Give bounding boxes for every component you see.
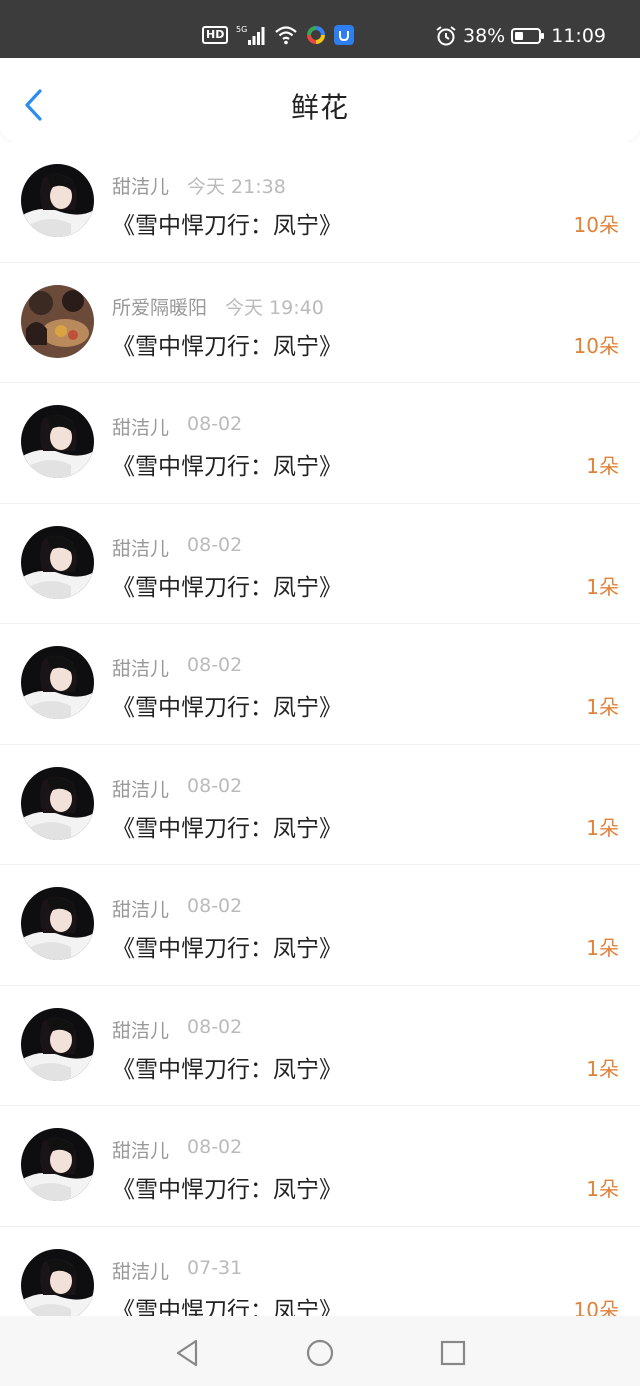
timestamp: 08-02 xyxy=(187,1136,243,1158)
avatar[interactable] xyxy=(21,646,94,719)
avatar[interactable] xyxy=(21,164,94,237)
item-meta: 甜洁儿 08-02 xyxy=(112,413,242,440)
user-name: 甜洁儿 xyxy=(112,537,170,560)
battery-percent: 38% xyxy=(463,25,506,47)
flower-count: 1朵 xyxy=(586,454,619,478)
user-name: 甜洁儿 xyxy=(112,1019,170,1042)
user-name: 甜洁儿 xyxy=(112,899,170,921)
flower-count: 10朵 xyxy=(573,213,619,237)
list-item[interactable]: 甜洁儿 08-02 《雪中悍刀行：凤宁》 1朵 xyxy=(0,744,640,865)
recents-square-icon[interactable] xyxy=(438,1338,468,1368)
flower-count: 1朵 xyxy=(586,815,619,840)
flower-count: 1朵 xyxy=(586,574,619,599)
status-time: 11:09 xyxy=(551,25,606,47)
timestamp: 07-31 xyxy=(187,1256,243,1279)
status-icons-right: 38% 11:09 xyxy=(435,22,606,50)
page-header: 鲜花 xyxy=(0,58,640,142)
avatar[interactable] xyxy=(21,1248,94,1322)
timestamp: 08-02 xyxy=(187,533,243,556)
user-name: 甜洁儿 xyxy=(112,417,170,439)
home-circle-icon[interactable] xyxy=(305,1338,335,1368)
timestamp: 08-02 xyxy=(187,1015,243,1038)
avatar[interactable] xyxy=(21,405,94,478)
battery-icon xyxy=(511,28,545,44)
timestamp: 08-02 xyxy=(187,654,243,676)
list-item[interactable]: 甜洁儿 08-02 《雪中悍刀行：凤宁》 1朵 xyxy=(0,383,640,504)
timestamp: 今天 21:38 xyxy=(187,176,286,198)
timestamp: 08-02 xyxy=(187,413,243,435)
user-name: 甜洁儿 xyxy=(112,1260,170,1283)
flower-count: 1朵 xyxy=(586,695,619,719)
book-title: 《雪中悍刀行：凤宁》 xyxy=(112,454,342,480)
list-item[interactable]: 甜洁儿 08-02 《雪中悍刀行：凤宁》 1朵 xyxy=(0,865,640,986)
book-title: 《雪中悍刀行：凤宁》 xyxy=(112,333,342,360)
page-title: 鲜花 xyxy=(290,91,349,124)
battery-level-fill xyxy=(515,32,524,40)
book-title: 《雪中悍刀行：凤宁》 xyxy=(112,574,342,601)
item-meta: 所爱隔暖阳 今天 19:40 xyxy=(112,293,324,320)
status-bar: HD 5G 38% 11:09 xyxy=(0,0,640,58)
book-title: 《雪中悍刀行：凤宁》 xyxy=(112,695,342,721)
user-name: 甜洁儿 xyxy=(112,176,170,198)
book-title: 《雪中悍刀行：凤宁》 xyxy=(112,1056,342,1083)
item-meta: 甜洁儿 07-31 xyxy=(112,1257,242,1284)
item-meta: 甜洁儿 08-02 xyxy=(112,895,242,922)
timestamp: 08-02 xyxy=(187,895,243,917)
flower-count: 10朵 xyxy=(573,333,619,358)
item-meta: 甜洁儿 08-02 xyxy=(112,1016,242,1043)
avatar[interactable] xyxy=(21,525,94,599)
wifi-icon xyxy=(275,26,298,45)
item-meta: 甜洁儿 08-02 xyxy=(112,534,242,561)
svg-text:5G: 5G xyxy=(236,25,247,34)
user-name: 甜洁儿 xyxy=(112,658,170,680)
app-ring-icon xyxy=(307,26,326,44)
signal-icon: 5G xyxy=(236,25,265,45)
back-triangle-icon[interactable] xyxy=(172,1338,202,1368)
list-item[interactable]: 所爱隔暖阳 今天 19:40 《雪中悍刀行：凤宁》 10朵 xyxy=(0,262,640,383)
user-name: 所爱隔暖阳 xyxy=(112,296,208,319)
app-shield-icon xyxy=(334,25,355,45)
hd-badge-icon: HD xyxy=(202,26,229,44)
item-meta: 甜洁儿 08-02 xyxy=(112,654,242,681)
item-meta: 甜洁儿 今天 21:38 xyxy=(112,172,286,199)
book-title: 《雪中悍刀行：凤宁》 xyxy=(112,936,342,962)
list-item[interactable]: 甜洁儿 08-02 《雪中悍刀行：凤宁》 1朵 xyxy=(0,503,640,624)
book-title: 《雪中悍刀行：凤宁》 xyxy=(112,815,342,842)
flower-count: 1朵 xyxy=(586,1177,619,1201)
alarm-icon xyxy=(436,26,456,46)
flower-count: 1朵 xyxy=(586,936,619,960)
avatar[interactable] xyxy=(21,1007,94,1081)
book-title: 《雪中悍刀行：凤宁》 xyxy=(112,213,342,239)
user-name: 甜洁儿 xyxy=(112,1140,170,1162)
list-item[interactable]: 甜洁儿 08-02 《雪中悍刀行：凤宁》 1朵 xyxy=(0,1106,640,1227)
flower-list: 甜洁儿 今天 21:38 《雪中悍刀行：凤宁》 10朵 所爱隔暖阳 今天 19:40 《雪中… xyxy=(0,142,640,1347)
avatar[interactable] xyxy=(21,284,94,358)
timestamp: 今天 19:40 xyxy=(225,296,324,319)
timestamp: 08-02 xyxy=(187,774,243,797)
flower-count: 1朵 xyxy=(586,1056,619,1081)
avatar[interactable] xyxy=(21,766,94,840)
user-name: 甜洁儿 xyxy=(112,778,170,801)
list-item[interactable]: 甜洁儿 08-02 《雪中悍刀行：凤宁》 1朵 xyxy=(0,985,640,1106)
item-meta: 甜洁儿 08-02 xyxy=(112,775,242,802)
status-icons-left: HD 5G xyxy=(202,22,355,48)
avatar[interactable] xyxy=(21,1128,94,1201)
system-nav-bar xyxy=(0,1316,640,1386)
avatar[interactable] xyxy=(21,887,94,960)
list-item[interactable]: 甜洁儿 今天 21:38 《雪中悍刀行：凤宁》 10朵 xyxy=(0,142,640,263)
book-title: 《雪中悍刀行：凤宁》 xyxy=(112,1177,342,1203)
list-item[interactable]: 甜洁儿 08-02 《雪中悍刀行：凤宁》 1朵 xyxy=(0,624,640,745)
item-meta: 甜洁儿 08-02 xyxy=(112,1136,242,1163)
